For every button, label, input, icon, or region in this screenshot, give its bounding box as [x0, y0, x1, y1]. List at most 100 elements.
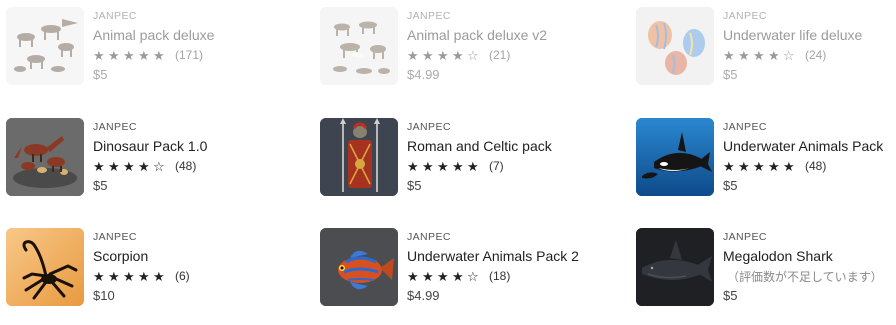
asset-title[interactable]: Underwater Animals Pack 2: [407, 246, 607, 266]
filled-star-icon: ★: [153, 268, 165, 284]
rating: ★ ★ ★ ★ ☆ (18): [407, 267, 607, 285]
filled-star-icon: ★: [93, 47, 105, 63]
filled-star-icon: ★: [93, 158, 105, 174]
filled-star-icon: ★: [768, 158, 780, 174]
asset-title[interactable]: Roman and Celtic pack: [407, 136, 607, 156]
star-rating: ★ ★ ★ ★ ★: [723, 160, 798, 173]
asset-title[interactable]: Dinosaur Pack 1.0: [93, 136, 293, 156]
scorpion-icon[interactable]: [6, 228, 84, 306]
empty-star-icon: ☆: [467, 268, 479, 284]
filled-star-icon: ★: [123, 47, 135, 63]
filled-star-icon: ★: [723, 47, 735, 63]
rating: ★ ★ ★ ★ ☆ (21): [407, 46, 607, 64]
filled-star-icon: ★: [407, 47, 419, 63]
asset-title[interactable]: Underwater life deluxe: [723, 25, 896, 45]
tropical-fish-icon[interactable]: [636, 7, 714, 85]
publisher-name: JANPEC: [407, 10, 451, 22]
filled-star-icon: ★: [138, 47, 150, 63]
asset-card[interactable]: JANPEC Animal pack deluxe v2 ★ ★ ★ ★ ☆ (21) …: [314, 7, 614, 103]
review-count: (18): [489, 269, 511, 283]
publisher-name: JANPEC: [93, 121, 137, 133]
animals-icon[interactable]: [6, 7, 84, 85]
publisher-name: JANPEC: [723, 10, 767, 22]
dinosaur-icon[interactable]: [6, 118, 84, 196]
filled-star-icon: ★: [467, 158, 479, 174]
filled-star-icon: ★: [93, 268, 105, 284]
star-rating: ★ ★ ★ ★ ☆: [407, 270, 482, 283]
asset-title[interactable]: Scorpion: [93, 246, 293, 266]
review-count: (6): [175, 269, 190, 283]
not-enough-reviews-label: （評価数が不足しています）: [727, 269, 883, 284]
roman-shield-icon[interactable]: [320, 118, 398, 196]
asset-card[interactable]: JANPEC Underwater Animals Pack ★ ★ ★ ★ ★ (48…: [630, 118, 896, 214]
filled-star-icon: ★: [738, 47, 750, 63]
empty-star-icon: ☆: [153, 158, 165, 174]
publisher-name: JANPEC: [723, 231, 767, 243]
rating: ★ ★ ★ ★ ★ (7): [407, 157, 607, 175]
orca-icon[interactable]: [636, 118, 714, 196]
rating: ★ ★ ★ ★ ★ (48): [723, 157, 896, 175]
asset-title[interactable]: Megalodon Shark: [723, 246, 896, 266]
filled-star-icon: ★: [723, 158, 735, 174]
price: $4.99: [407, 288, 440, 303]
filled-star-icon: ★: [437, 47, 449, 63]
filled-star-icon: ★: [407, 158, 419, 174]
asset-card[interactable]: JANPEC Roman and Celtic pack ★ ★ ★ ★ ★ (7) $…: [314, 118, 614, 214]
filled-star-icon: ★: [407, 268, 419, 284]
asset-card[interactable]: JANPEC Underwater life deluxe ★ ★ ★ ★ ☆ (24)…: [630, 7, 896, 103]
review-count: (24): [805, 48, 827, 62]
review-count: (21): [489, 48, 511, 62]
filled-star-icon: ★: [452, 268, 464, 284]
filled-star-icon: ★: [437, 268, 449, 284]
filled-star-icon: ★: [138, 158, 150, 174]
asset-card[interactable]: JANPEC Underwater Animals Pack 2 ★ ★ ★ ★ ☆ (…: [314, 228, 614, 324]
filled-star-icon: ★: [108, 47, 120, 63]
review-count: (7): [489, 159, 504, 173]
filled-star-icon: ★: [738, 158, 750, 174]
price: $5: [723, 178, 738, 193]
animals-v2-icon[interactable]: [320, 7, 398, 85]
star-rating: ★ ★ ★ ★ ☆: [93, 160, 168, 173]
price: $4.99: [407, 67, 440, 82]
asset-card[interactable]: JANPEC Scorpion ★ ★ ★ ★ ★ (6) $10: [0, 228, 300, 324]
filled-star-icon: ★: [123, 268, 135, 284]
star-rating: ★ ★ ★ ★ ★: [93, 49, 168, 62]
star-rating: ★ ★ ★ ★ ☆: [723, 49, 798, 62]
empty-star-icon: ☆: [783, 47, 795, 63]
filled-star-icon: ★: [138, 268, 150, 284]
rating: ★ ★ ★ ★ ☆ (24): [723, 46, 896, 64]
publisher-name: JANPEC: [723, 121, 767, 133]
mandarin-fish-icon[interactable]: [320, 228, 398, 306]
filled-star-icon: ★: [753, 47, 765, 63]
asset-title[interactable]: Animal pack deluxe v2: [407, 25, 607, 45]
review-count: (171): [175, 48, 204, 62]
filled-star-icon: ★: [452, 47, 464, 63]
publisher-name: JANPEC: [93, 10, 137, 22]
asset-card[interactable]: JANPEC Animal pack deluxe ★ ★ ★ ★ ★ (171) $5: [0, 7, 300, 103]
filled-star-icon: ★: [153, 47, 165, 63]
filled-star-icon: ★: [437, 158, 449, 174]
price: $5: [407, 178, 422, 193]
rating: ★ ★ ★ ★ ★ (171): [93, 46, 293, 64]
asset-title[interactable]: Underwater Animals Pack: [723, 136, 896, 156]
filled-star-icon: ★: [768, 47, 780, 63]
publisher-name: JANPEC: [93, 231, 137, 243]
publisher-name: JANPEC: [407, 121, 451, 133]
price: $5: [723, 67, 738, 82]
filled-star-icon: ★: [422, 47, 434, 63]
asset-grid: JANPEC Animal pack deluxe ★ ★ ★ ★ ★ (171) $5: [0, 0, 896, 325]
shark-icon[interactable]: [636, 228, 714, 306]
review-count: (48): [175, 159, 197, 173]
asset-card[interactable]: JANPEC Megalodon Shark （評価数が不足しています） $5: [630, 228, 896, 324]
filled-star-icon: ★: [783, 158, 795, 174]
filled-star-icon: ★: [422, 268, 434, 284]
filled-star-icon: ★: [108, 158, 120, 174]
star-rating: ★ ★ ★ ★ ☆: [407, 49, 482, 62]
filled-star-icon: ★: [753, 158, 765, 174]
price: $5: [93, 178, 108, 193]
publisher-name: JANPEC: [407, 231, 451, 243]
filled-star-icon: ★: [422, 158, 434, 174]
asset-title[interactable]: Animal pack deluxe: [93, 25, 293, 45]
asset-card[interactable]: JANPEC Dinosaur Pack 1.0 ★ ★ ★ ★ ☆ (48) $5: [0, 118, 300, 214]
star-rating: ★ ★ ★ ★ ★: [93, 270, 168, 283]
